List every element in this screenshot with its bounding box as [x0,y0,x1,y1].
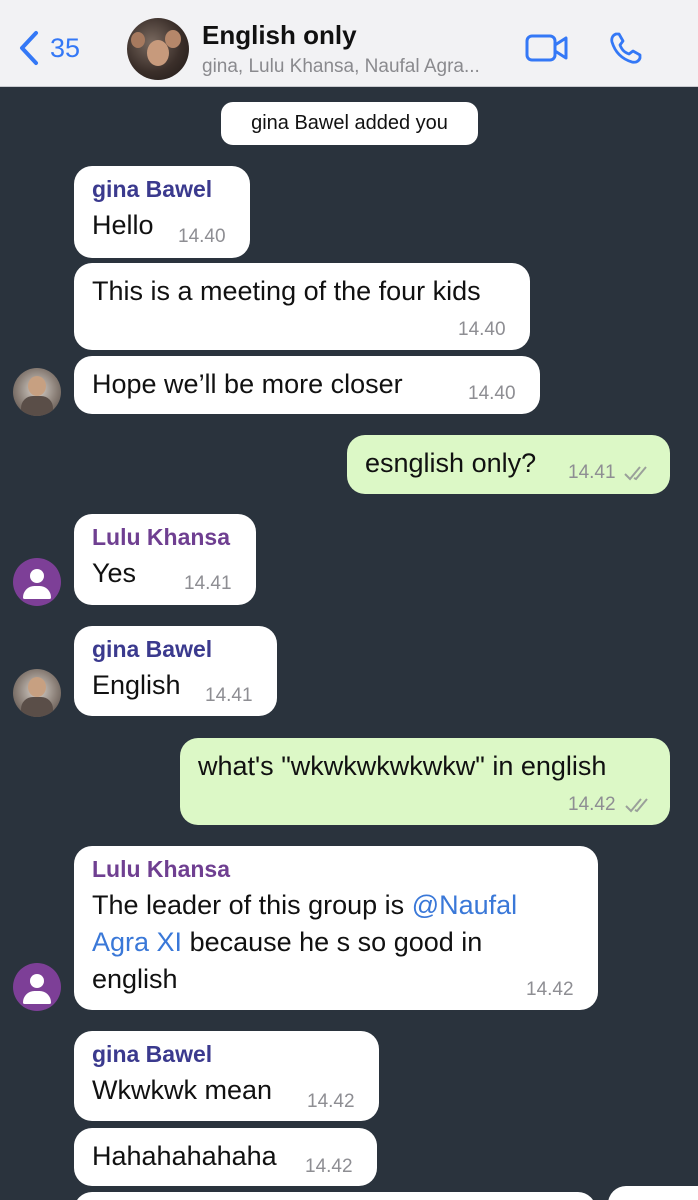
message-time: 14.41 [184,573,232,594]
chat-screen: 35 English only gina, Lulu Khansa, Naufa… [0,0,698,1200]
phone-icon [610,32,642,64]
message-bubble-partial[interactable] [74,1192,596,1200]
message-time: 14.42 [568,794,616,815]
unread-count: 35 [50,32,81,63]
video-call-button[interactable] [524,32,570,69]
voice-call-button[interactable] [608,30,644,71]
video-camera-icon [525,34,568,62]
message-time: 14.40 [468,383,516,404]
message-time: 14.42 [305,1156,353,1177]
mention-link[interactable]: @Naufal [412,890,517,920]
message-bubble-outgoing[interactable]: esnglish only? 14.41 [347,435,670,494]
chat-header: 35 English only gina, Lulu Khansa, Naufa… [0,0,698,87]
message-bubble[interactable]: gina Bawel Hello 14.40 [74,166,250,258]
sender-avatar[interactable] [13,558,61,606]
group-avatar[interactable] [127,18,189,80]
message-bubble[interactable]: Lulu Khansa Yes 14.41 [74,514,256,605]
read-receipt-icon [625,798,648,813]
sender-avatar[interactable] [13,368,61,416]
message-time: 14.40 [178,226,226,247]
message-text: Yes [92,558,137,588]
message-bubble[interactable]: Lulu Khansa The leader of this group is … [74,846,598,1010]
message-bubble[interactable]: gina Bawel Wkwkwk mean 14.42 [74,1031,379,1121]
message-bubble-outgoing[interactable]: what's "wkwkwkwkwkw" in english 14.42 [180,738,670,825]
message-text-line: The leader of this group is @Naufal [92,890,517,921]
message-text: This is a meeting of the four kids [92,276,481,306]
message-time: 14.42 [307,1091,355,1112]
message-text: Wkwkwk mean [92,1075,273,1105]
message-text: Hope we’ll be more closer [92,369,403,399]
message-text: because he s so good in [189,927,483,957]
back-button[interactable]: 35 [18,28,80,68]
sender-name: Lulu Khansa [92,524,231,550]
message-text: english [92,964,178,994]
message-text: The leader of this group is [92,890,405,920]
message-bubble[interactable]: gina Bawel English 14.41 [74,626,277,716]
message-time: 14.41 [205,685,253,706]
message-bubble[interactable]: Hahahahahaha 14.42 [74,1128,377,1186]
sender-avatar[interactable] [13,963,61,1011]
message-time: 14.40 [458,319,506,340]
message-bubble-partial[interactable] [608,1186,698,1200]
chat-title[interactable]: English only [202,20,357,51]
sender-avatar[interactable] [13,669,61,717]
message-text: esnglish only? [365,448,537,478]
message-time: 14.41 [568,462,616,483]
chat-members[interactable]: gina, Lulu Khansa, Naufal Agra... [202,56,480,78]
message-bubble[interactable]: Hope we’ll be more closer 14.40 [74,356,540,414]
message-text: what's "wkwkwkwkwkw" in english [198,751,607,781]
system-message: gina Bawel added you [221,102,478,145]
mention-link[interactable]: Agra XI [92,927,182,957]
sender-name: gina Bawel [92,1041,213,1067]
sender-name: Lulu Khansa [92,856,231,882]
chevron-left-icon [20,31,38,65]
message-text: Hello [92,210,154,240]
read-receipt-icon [624,466,647,481]
message-text: English [92,670,181,700]
message-text-line: Agra XI because he s so good in [92,927,482,958]
message-text: Hahahahahaha [92,1141,277,1171]
sender-name: gina Bawel [92,636,213,662]
message-time: 14.42 [526,979,574,1000]
message-bubble[interactable]: This is a meeting of the four kids 14.40 [74,263,530,350]
sender-name: gina Bawel [92,176,213,202]
